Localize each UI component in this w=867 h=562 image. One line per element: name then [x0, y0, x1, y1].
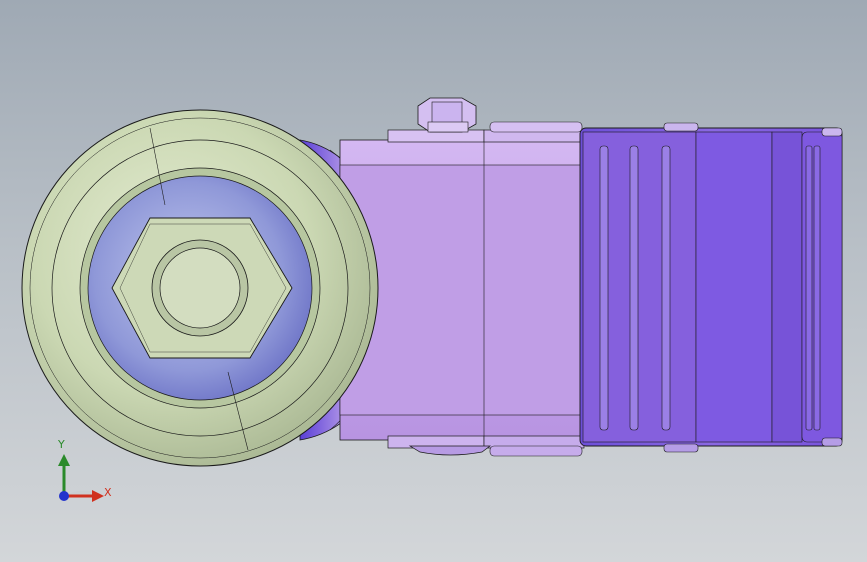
caster-model[interactable]: [0, 0, 867, 562]
mounting-bracket: [579, 122, 843, 453]
triad-y-label: Y: [58, 438, 65, 451]
top-bolt: [417, 97, 477, 133]
orientation-triad: Y X: [48, 436, 118, 508]
bottom-nut: [408, 445, 492, 456]
triad-x-label: X: [104, 486, 112, 499]
cad-viewport[interactable]: Y X: [0, 0, 867, 562]
